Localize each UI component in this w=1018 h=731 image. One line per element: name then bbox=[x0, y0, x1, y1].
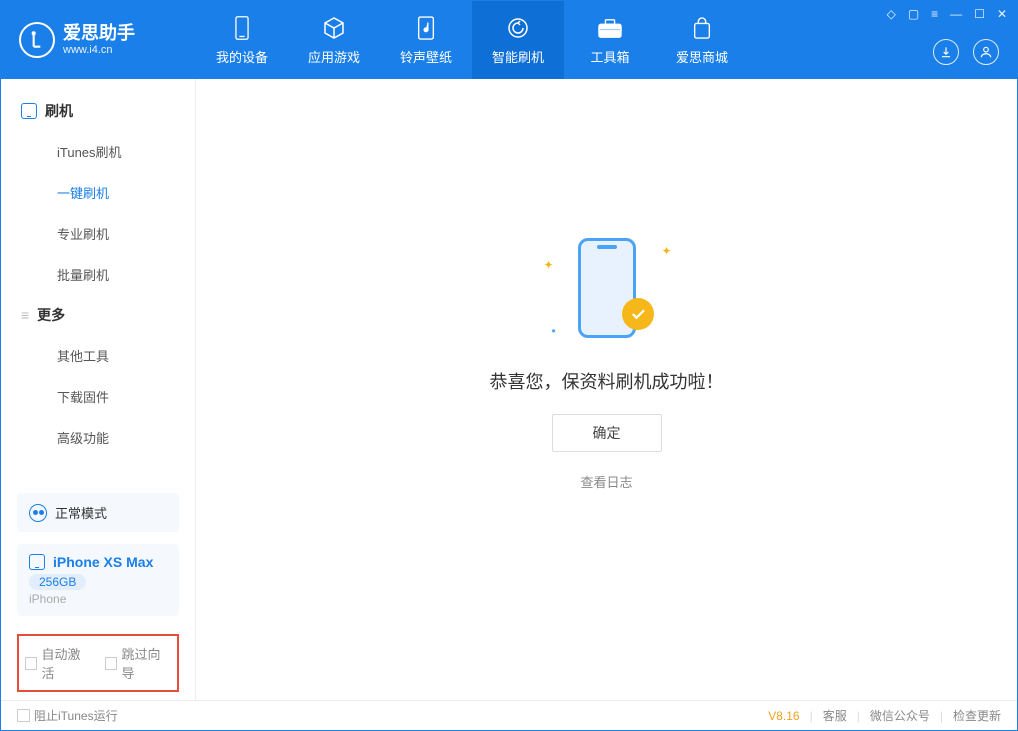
sidebar-item[interactable]: 其他工具 bbox=[1, 335, 195, 376]
device-type: iPhone bbox=[29, 592, 167, 606]
phone-icon bbox=[29, 554, 45, 570]
brand-title: 爱思助手 bbox=[63, 24, 135, 44]
sparkle-icon: ✦ bbox=[544, 258, 554, 272]
tab-toolbox[interactable]: 工具箱 bbox=[564, 1, 656, 79]
sparkle-icon: ✦ bbox=[661, 244, 671, 258]
cube-icon bbox=[321, 15, 347, 41]
sidebar-group1-title: 刷机 bbox=[45, 101, 73, 121]
top-nav-tabs: 我的设备应用游戏铃声壁纸智能刷机工具箱爱思商城 bbox=[196, 1, 748, 79]
sidebar-item[interactable]: 高级功能 bbox=[1, 417, 195, 458]
maximize-button[interactable]: ☐ bbox=[974, 7, 985, 21]
status-icon bbox=[29, 504, 47, 522]
app-header: 爱思助手 www.i4.cn 我的设备应用游戏铃声壁纸智能刷机工具箱爱思商城 ◇… bbox=[1, 1, 1017, 79]
footer-link-update[interactable]: 检查更新 bbox=[953, 707, 1001, 724]
bag-icon bbox=[689, 15, 715, 41]
brand: 爱思助手 www.i4.cn bbox=[1, 22, 196, 58]
sidebar: 刷机 iTunes刷机一键刷机专业刷机批量刷机 ≡ 更多 其他工具下载固件高级功… bbox=[1, 79, 196, 700]
success-illustration: ✦ ✦ • bbox=[542, 228, 672, 348]
menu-icon[interactable]: ≡ bbox=[931, 7, 938, 21]
window-controls: ◇ ▢ ≡ — ☐ ✕ bbox=[887, 7, 1007, 21]
status-card[interactable]: 正常模式 bbox=[17, 493, 179, 532]
view-log-link[interactable]: 查看日志 bbox=[580, 472, 632, 491]
sidebar-item[interactable]: iTunes刷机 bbox=[1, 131, 195, 172]
block-itunes-checkbox[interactable]: 阻止iTunes运行 bbox=[17, 707, 118, 724]
sidebar-item[interactable]: 一键刷机 bbox=[1, 172, 195, 213]
pin-icon[interactable]: ▢ bbox=[908, 7, 919, 21]
toolbox-icon bbox=[597, 15, 623, 41]
footer: 阻止iTunes运行 V8.16 | 客服 | 微信公众号 | 检查更新 bbox=[1, 700, 1017, 730]
list-icon: ≡ bbox=[21, 307, 29, 323]
device-icon bbox=[229, 15, 255, 41]
tab-cube[interactable]: 应用游戏 bbox=[288, 1, 380, 79]
sidebar-group-more: ≡ 更多 bbox=[1, 295, 195, 335]
brand-subtitle: www.i4.cn bbox=[63, 44, 135, 56]
success-message: 恭喜您，保资料刷机成功啦！ bbox=[490, 368, 724, 394]
theme-icon[interactable]: ◇ bbox=[887, 7, 896, 21]
storage-badge: 256GB bbox=[29, 574, 86, 590]
tab-device[interactable]: 我的设备 bbox=[196, 1, 288, 79]
shield-icon bbox=[505, 15, 531, 41]
sidebar-group2-title: 更多 bbox=[37, 305, 65, 325]
user-button[interactable] bbox=[973, 39, 999, 65]
device-name: iPhone XS Max bbox=[53, 554, 153, 570]
main-content: ✦ ✦ • 恭喜您，保资料刷机成功啦！ 确定 查看日志 bbox=[196, 79, 1017, 700]
sidebar-item[interactable]: 下载固件 bbox=[1, 376, 195, 417]
minimize-button[interactable]: — bbox=[950, 7, 962, 21]
sidebar-item[interactable]: 批量刷机 bbox=[1, 254, 195, 295]
version-label: V8.16 bbox=[768, 709, 799, 723]
auto-activate-checkbox[interactable]: 自动激活 bbox=[25, 644, 91, 682]
sparkle-icon: • bbox=[552, 324, 556, 338]
header-right-buttons bbox=[933, 39, 999, 65]
device-outline-icon bbox=[21, 103, 37, 119]
options-highlight-box: 自动激活 跳过向导 bbox=[17, 634, 179, 692]
footer-link-support[interactable]: 客服 bbox=[823, 707, 847, 724]
ok-button[interactable]: 确定 bbox=[552, 414, 662, 452]
check-badge-icon bbox=[622, 298, 654, 330]
tab-music[interactable]: 铃声壁纸 bbox=[380, 1, 472, 79]
footer-link-wechat[interactable]: 微信公众号 bbox=[870, 707, 930, 724]
close-button[interactable]: ✕ bbox=[997, 7, 1007, 21]
download-button[interactable] bbox=[933, 39, 959, 65]
sidebar-group-flash: 刷机 bbox=[1, 91, 195, 131]
brand-logo-icon bbox=[19, 22, 55, 58]
status-label: 正常模式 bbox=[55, 503, 107, 522]
tab-shield[interactable]: 智能刷机 bbox=[472, 1, 564, 79]
sidebar-item[interactable]: 专业刷机 bbox=[1, 213, 195, 254]
skip-guide-checkbox[interactable]: 跳过向导 bbox=[105, 644, 171, 682]
device-card[interactable]: iPhone XS Max 256GB iPhone bbox=[17, 544, 179, 616]
tab-bag[interactable]: 爱思商城 bbox=[656, 1, 748, 79]
music-icon bbox=[413, 15, 439, 41]
